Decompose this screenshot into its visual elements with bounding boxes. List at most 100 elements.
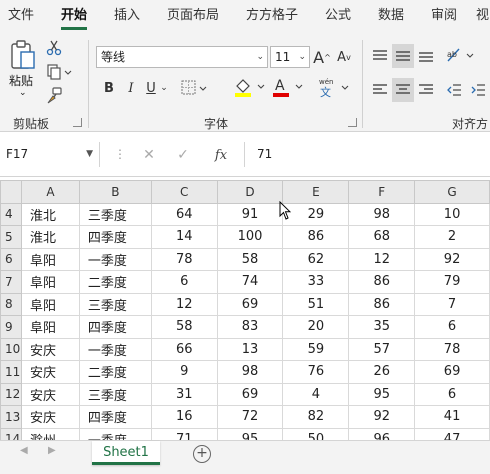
cell-d5[interactable]: 100 — [216, 225, 284, 249]
cell-g13[interactable]: 41 — [414, 405, 490, 429]
column-header-c[interactable]: C — [150, 180, 218, 204]
cell-b9[interactable]: 四季度 — [78, 315, 152, 339]
cell-f8[interactable]: 86 — [348, 292, 416, 316]
cell-a8[interactable]: 阜阳 — [20, 292, 80, 316]
column-header-e[interactable]: E — [282, 180, 350, 204]
add-sheet-icon[interactable]: + — [193, 445, 211, 463]
cell-e10[interactable]: 59 — [282, 337, 350, 361]
cell-e12[interactable]: 4 — [282, 382, 350, 406]
font-name-select[interactable]: 等线 ⌄ — [96, 46, 268, 68]
cell-b10[interactable]: 一季度 — [78, 337, 152, 361]
cell-d7[interactable]: 74 — [216, 270, 284, 294]
column-header-b[interactable]: B — [78, 180, 152, 204]
row-header[interactable]: 4 — [0, 202, 22, 226]
align-top-icon[interactable] — [370, 46, 390, 66]
cell-f11[interactable]: 26 — [348, 360, 416, 384]
cell-c11[interactable]: 9 — [150, 360, 218, 384]
worksheet-grid[interactable]: A B C D E F G 4 淮北 三季度 64 91 29 98 10 5 淮北 四季度 14 10… — [0, 180, 490, 440]
cell-c13[interactable]: 16 — [150, 405, 218, 429]
cell-f13[interactable]: 92 — [348, 405, 416, 429]
align-bottom-icon[interactable] — [416, 46, 436, 66]
paste-icon[interactable] — [8, 38, 38, 72]
select-all-corner[interactable] — [0, 180, 22, 204]
cell-a4[interactable]: 淮北 — [20, 202, 80, 226]
format-painter-icon[interactable] — [44, 86, 64, 106]
formula-bar-grip-icon[interactable]: ⋮ — [114, 148, 126, 160]
cell-b11[interactable]: 二季度 — [78, 360, 152, 384]
phonetic-icon[interactable]: wén 文 — [316, 74, 352, 100]
cell-e13[interactable]: 82 — [282, 405, 350, 429]
tab-home[interactable]: 开始 — [61, 0, 88, 32]
row-header[interactable]: 13 — [0, 405, 22, 429]
clipboard-launcher-icon[interactable] — [73, 118, 82, 127]
tab-formulas[interactable]: 公式 — [325, 0, 351, 32]
cell-c8[interactable]: 12 — [150, 292, 218, 316]
cell-a7[interactable]: 阜阳 — [20, 270, 80, 294]
column-header-f[interactable]: F — [348, 180, 416, 204]
align-right-icon[interactable] — [416, 80, 436, 100]
row-header[interactable]: 9 — [0, 315, 22, 339]
underline-icon[interactable]: U — [144, 78, 158, 98]
tab-review[interactable]: 审阅 — [431, 0, 457, 32]
cell-e9[interactable]: 20 — [282, 315, 350, 339]
cell-g9[interactable]: 6 — [414, 315, 490, 339]
cell-c14[interactable]: 71 — [150, 427, 218, 440]
cell-a6[interactable]: 阜阳 — [20, 247, 80, 271]
cell-f7[interactable]: 86 — [348, 270, 416, 294]
increase-font-icon[interactable]: A ^ — [312, 46, 332, 68]
enter-icon[interactable]: ✓ — [174, 146, 192, 164]
cell-f10[interactable]: 57 — [348, 337, 416, 361]
name-box[interactable]: F17 ▼ — [0, 142, 100, 167]
tab-page-layout[interactable]: 页面布局 — [167, 0, 219, 32]
insert-function-icon[interactable]: fx — [210, 146, 232, 164]
cell-c5[interactable]: 14 — [150, 225, 218, 249]
cell-b6[interactable]: 一季度 — [78, 247, 152, 271]
chevron-down-icon[interactable]: ⌄ — [159, 80, 169, 96]
row-header[interactable]: 5 — [0, 225, 22, 249]
cell-g4[interactable]: 10 — [414, 202, 490, 226]
font-color-icon[interactable]: A — [270, 76, 306, 98]
cell-f4[interactable]: 98 — [348, 202, 416, 226]
cell-a13[interactable]: 安庆 — [20, 405, 80, 429]
cell-d6[interactable]: 58 — [216, 247, 284, 271]
scroll-right-icon[interactable]: ▶ — [48, 445, 56, 456]
cell-g12[interactable]: 6 — [414, 382, 490, 406]
cell-b5[interactable]: 四季度 — [78, 225, 152, 249]
align-left-icon[interactable] — [370, 80, 390, 100]
copy-icon[interactable] — [44, 62, 74, 82]
cell-g5[interactable]: 2 — [414, 225, 490, 249]
row-header[interactable]: 7 — [0, 270, 22, 294]
row-header[interactable]: 14 — [0, 427, 22, 440]
cell-d11[interactable]: 98 — [216, 360, 284, 384]
cell-f5[interactable]: 68 — [348, 225, 416, 249]
cell-c4[interactable]: 64 — [150, 202, 218, 226]
cell-e6[interactable]: 62 — [282, 247, 350, 271]
cell-e8[interactable]: 51 — [282, 292, 350, 316]
cell-f9[interactable]: 35 — [348, 315, 416, 339]
cell-d4[interactable]: 91 — [216, 202, 284, 226]
tab-fangfang[interactable]: 方方格子 — [246, 0, 298, 32]
font-size-select[interactable]: 11 ⌄ — [270, 46, 310, 68]
column-header-d[interactable]: D — [216, 180, 284, 204]
decrease-font-icon[interactable]: Av — [334, 46, 354, 68]
cell-c7[interactable]: 6 — [150, 270, 218, 294]
cell-e11[interactable]: 76 — [282, 360, 350, 384]
bold-icon[interactable]: B — [102, 78, 116, 98]
paste-dropdown-icon[interactable]: ⌄ — [19, 88, 27, 98]
row-header[interactable]: 8 — [0, 292, 22, 316]
cell-b13[interactable]: 四季度 — [78, 405, 152, 429]
formula-input[interactable]: 71 — [244, 142, 490, 167]
cell-f14[interactable]: 96 — [348, 427, 416, 440]
row-header[interactable]: 12 — [0, 382, 22, 406]
cell-a11[interactable]: 安庆 — [20, 360, 80, 384]
borders-icon[interactable] — [180, 78, 208, 98]
cell-f12[interactable]: 95 — [348, 382, 416, 406]
cell-g7[interactable]: 79 — [414, 270, 490, 294]
cell-b4[interactable]: 三季度 — [78, 202, 152, 226]
row-header[interactable]: 6 — [0, 247, 22, 271]
tab-data[interactable]: 数据 — [378, 0, 404, 32]
decrease-indent-icon[interactable] — [444, 80, 464, 100]
tab-file[interactable]: 文件 — [8, 0, 34, 32]
font-launcher-icon[interactable] — [348, 118, 357, 127]
cell-a10[interactable]: 安庆 — [20, 337, 80, 361]
